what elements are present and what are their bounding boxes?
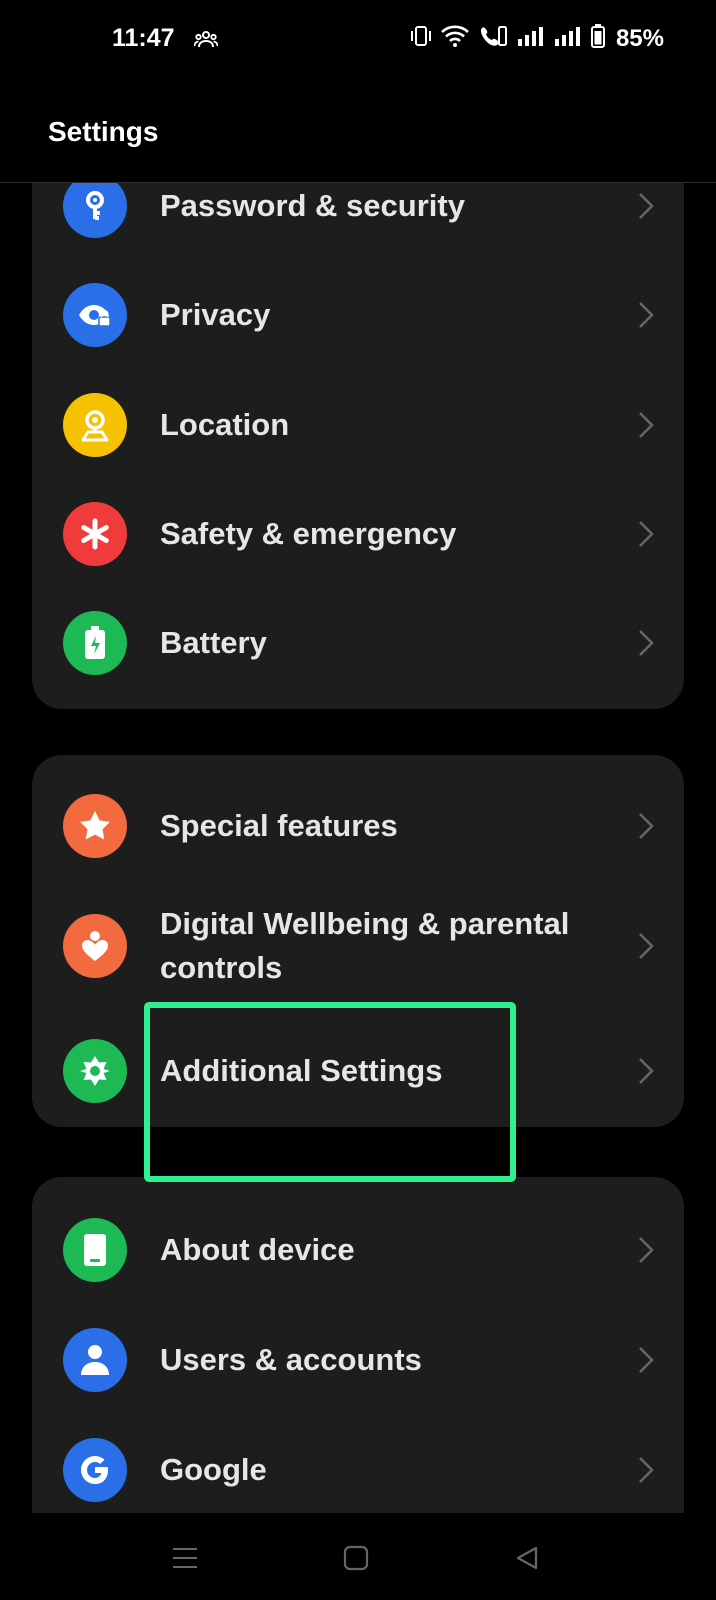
settings-item-battery[interactable]: Battery bbox=[32, 588, 684, 698]
status-time: 11:47 bbox=[112, 24, 175, 52]
settings-item-label: Additional Settings bbox=[160, 1053, 443, 1088]
signal-icon bbox=[517, 26, 545, 51]
vibrate-icon bbox=[410, 24, 432, 53]
settings-item-label: Digital Wellbeing & parental controls bbox=[160, 906, 570, 985]
settings-item-safety-emergency[interactable]: Safety & emergency bbox=[32, 479, 684, 589]
signal-icon bbox=[554, 26, 582, 51]
phone-icon bbox=[63, 1218, 127, 1282]
settings-list[interactable]: Password & security Privacy Location Saf… bbox=[0, 183, 716, 1513]
chevron-right-icon bbox=[639, 1237, 654, 1263]
key-icon bbox=[63, 183, 127, 238]
privacy-eye-icon bbox=[63, 283, 127, 347]
chevron-right-icon bbox=[639, 1058, 654, 1084]
app-bar: Settings bbox=[0, 84, 716, 183]
settings-group-device: About device Users & accounts Google bbox=[32, 1177, 684, 1513]
settings-item-location[interactable]: Location bbox=[32, 370, 684, 480]
settings-item-label: Battery bbox=[160, 625, 267, 660]
chevron-right-icon bbox=[639, 1347, 654, 1373]
settings-item-google[interactable]: Google bbox=[32, 1415, 684, 1513]
wellbeing-heart-icon bbox=[63, 914, 127, 978]
settings-item-label: Special features bbox=[160, 808, 398, 843]
settings-item-special-features[interactable]: Special features bbox=[32, 771, 684, 881]
settings-item-privacy[interactable]: Privacy bbox=[32, 260, 684, 370]
settings-item-label: Safety & emergency bbox=[160, 516, 457, 551]
back-icon[interactable] bbox=[510, 1541, 544, 1575]
asterisk-icon bbox=[63, 502, 127, 566]
settings-item-about-device[interactable]: About device bbox=[32, 1195, 684, 1305]
settings-item-digital-wellbeing[interactable]: Digital Wellbeing & parental controls bbox=[32, 881, 684, 1011]
people-icon bbox=[193, 30, 219, 53]
settings-item-label: About device bbox=[160, 1232, 355, 1267]
settings-group-security: Password & security Privacy Location Saf… bbox=[32, 183, 684, 709]
status-bar: 11:47 85% bbox=[0, 0, 716, 84]
chevron-right-icon bbox=[639, 630, 654, 656]
star-icon bbox=[63, 794, 127, 858]
chevron-right-icon bbox=[639, 813, 654, 839]
navigation-bar bbox=[0, 1513, 716, 1600]
chevron-right-icon bbox=[639, 933, 654, 959]
location-pin-icon bbox=[63, 393, 127, 457]
settings-item-additional-settings[interactable]: Additional Settings bbox=[32, 1016, 684, 1126]
home-icon[interactable] bbox=[339, 1541, 373, 1575]
chevron-right-icon bbox=[639, 521, 654, 547]
chevron-right-icon bbox=[639, 412, 654, 438]
settings-item-password-security[interactable]: Password & security bbox=[32, 183, 684, 261]
settings-group-features: Special features Digital Wellbeing & par… bbox=[32, 755, 684, 1127]
gear-star-icon bbox=[63, 1039, 127, 1103]
settings-item-label: Location bbox=[160, 407, 290, 442]
chevron-right-icon bbox=[639, 302, 654, 328]
settings-item-label: Users & accounts bbox=[160, 1342, 422, 1377]
menu-icon[interactable] bbox=[168, 1541, 202, 1575]
settings-item-label: Password & security bbox=[160, 188, 465, 223]
wifi-icon bbox=[441, 25, 469, 52]
user-icon bbox=[63, 1328, 127, 1392]
wifi-calling-icon bbox=[478, 24, 508, 53]
settings-item-label: Google bbox=[160, 1452, 267, 1487]
battery-icon bbox=[590, 24, 605, 53]
battery-bolt-icon bbox=[63, 611, 127, 675]
chevron-right-icon bbox=[639, 1457, 654, 1483]
battery-percent: 85% bbox=[615, 24, 664, 52]
chevron-right-icon bbox=[639, 193, 654, 219]
settings-item-users-accounts[interactable]: Users & accounts bbox=[32, 1305, 684, 1415]
settings-item-label: Privacy bbox=[160, 297, 271, 332]
google-icon bbox=[63, 1438, 127, 1502]
page-title: Settings bbox=[48, 116, 159, 147]
